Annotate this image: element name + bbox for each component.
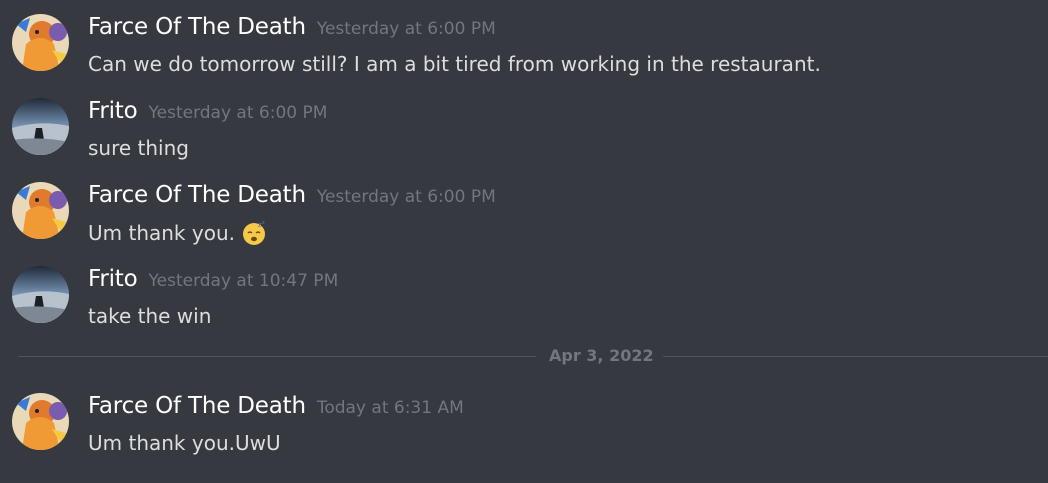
avatar-frito[interactable] [12,98,69,155]
message-content: Um thank you. z z [88,220,267,246]
date-divider-label: Apr 3, 2022 [549,346,654,365]
timestamp[interactable]: Yesterday at 6:00 PM [317,187,496,207]
avatar-farce[interactable] [12,14,69,71]
message-text: Can we do tomorrow still? I am a bit tir… [88,52,821,76]
username[interactable]: Farce Of The Death [88,182,306,208]
username[interactable]: Frito [88,266,138,292]
timestamp[interactable]: Yesterday at 6:00 PM [317,19,496,39]
sleepy-face-emoji[interactable]: z z [241,220,267,246]
message-text: take the win [88,304,212,328]
message-text: sure thing [88,136,189,160]
message-content: take the win [88,304,211,328]
svg-text:z: z [262,220,265,226]
avatar-farce[interactable] [12,393,69,450]
divider-line [663,356,1048,357]
username[interactable]: Frito [88,98,138,124]
timestamp[interactable]: Today at 6:31 AM [317,398,464,418]
divider-line [18,356,536,357]
username[interactable]: Farce Of The Death [88,393,306,419]
username[interactable]: Farce Of The Death [88,14,306,40]
message-text: Um thank you.UwU [88,431,281,455]
avatar-farce[interactable] [12,182,69,239]
message-content: sure thing [88,136,189,160]
timestamp[interactable]: Yesterday at 10:47 PM [149,271,339,291]
timestamp[interactable]: Yesterday at 6:00 PM [149,103,328,123]
message-text: Um thank you. [88,221,235,245]
message-content: Can we do tomorrow still? I am a bit tir… [88,52,821,76]
avatar-frito[interactable] [12,266,69,323]
message-content: Um thank you.UwU [88,431,281,455]
date-divider: Apr 3, 2022 [18,346,1048,368]
